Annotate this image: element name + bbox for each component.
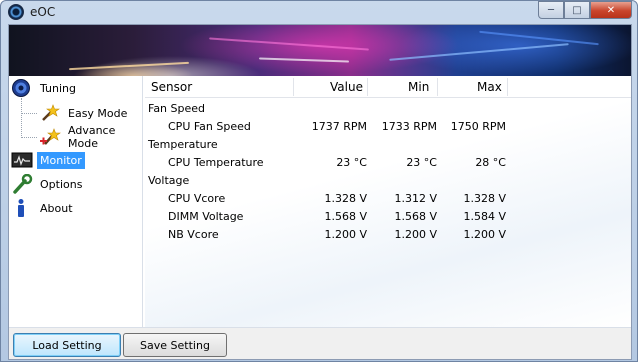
close-button[interactable]: ✕ [590, 1, 632, 19]
sidebar-item-monitor[interactable]: Monitor [11, 150, 85, 170]
sensor-min: 1733 RPM [381, 120, 437, 133]
load-setting-button[interactable]: Load Setting [13, 333, 121, 357]
group-label: Temperature [148, 138, 218, 151]
client-area: Tuning Easy Mode Advance Mode Monitor Op… [8, 24, 632, 360]
group-row-voltage[interactable]: Voltage [145, 172, 631, 190]
sensor-name: CPU Temperature [168, 156, 264, 169]
sidebar-item-label: Monitor [37, 151, 85, 169]
sidebar-item-about[interactable]: About [11, 198, 76, 218]
column-header-max[interactable]: Max [477, 80, 502, 94]
window-controls: ─ □ ✕ [538, 1, 632, 20]
save-setting-button[interactable]: Save Setting [123, 333, 227, 357]
sensor-max: 1.584 V [463, 210, 506, 223]
sidebar-item-label: Options [40, 177, 83, 191]
sidebar-item-easy-mode[interactable]: Easy Mode [39, 103, 130, 123]
sidebar-item-label: About [40, 201, 73, 215]
sensor-max: 1.200 V [463, 228, 506, 241]
minimize-icon: ─ [547, 4, 555, 16]
maximize-icon: □ [572, 4, 582, 16]
group-row-temperature[interactable]: Temperature [145, 136, 631, 154]
column-header-min[interactable]: Min [408, 80, 429, 94]
sensor-min: 1.200 V [394, 228, 437, 241]
magic-wand-plus-icon [39, 127, 61, 147]
sensor-value: 1737 RPM [311, 120, 367, 133]
sidebar-item-tuning[interactable]: Tuning [11, 78, 79, 98]
monitor-icon [11, 150, 33, 170]
tuning-gauge-icon [11, 78, 33, 98]
sidebar-item-options[interactable]: Options [11, 173, 85, 194]
sensor-max: 1750 RPM [450, 120, 506, 133]
table-row[interactable]: CPU Fan Speed 1737 RPM 1733 RPM 1750 RPM [145, 118, 631, 136]
app-window: eOC ─ □ ✕ Tuning Easy Mode Advance Mode … [0, 0, 638, 362]
sensor-value: 1.200 V [324, 228, 367, 241]
group-label: Voltage [148, 174, 190, 187]
sensor-value: 23 °C [336, 156, 367, 169]
table-row[interactable]: DIMM Voltage 1.568 V 1.568 V 1.584 V [145, 208, 631, 226]
header-banner [9, 25, 631, 76]
sensor-min: 23 °C [406, 156, 437, 169]
table-row[interactable]: CPU Vcore 1.328 V 1.312 V 1.328 V [145, 190, 631, 208]
maximize-button[interactable]: □ [564, 1, 590, 19]
close-icon: ✕ [606, 4, 616, 16]
table-header: Sensor Value Min Max [145, 76, 631, 98]
sidebar-item-label: Advance Mode [68, 124, 116, 150]
wrench-icon [11, 173, 33, 194]
sensor-min: 1.568 V [394, 210, 437, 223]
sensor-name: CPU Fan Speed [168, 120, 251, 133]
sidebar-item-label: Easy Mode [68, 106, 128, 120]
sensor-max: 28 °C [475, 156, 506, 169]
navigation-tree: Tuning Easy Mode Advance Mode Monitor Op… [9, 76, 143, 327]
group-label: Fan Speed [148, 102, 206, 115]
app-icon[interactable] [8, 4, 24, 20]
sensor-name: DIMM Voltage [168, 210, 244, 223]
sensor-table: Sensor Value Min Max Fan Speed CPU Fan S… [145, 76, 631, 327]
title-bar[interactable]: eOC ─ □ ✕ [1, 1, 637, 23]
group-row-fan-speed[interactable]: Fan Speed [145, 100, 631, 118]
info-icon [11, 198, 33, 218]
table-row[interactable]: NB Vcore 1.200 V 1.200 V 1.200 V [145, 226, 631, 244]
sensor-value: 1.328 V [324, 192, 367, 205]
column-header-sensor[interactable]: Sensor [151, 80, 192, 94]
window-title: eOC [30, 5, 56, 19]
magic-wand-icon [39, 103, 61, 123]
sensor-min: 1.312 V [394, 192, 437, 205]
table-row[interactable]: CPU Temperature 23 °C 23 °C 28 °C [145, 154, 631, 172]
sensor-max: 1.328 V [463, 192, 506, 205]
sensor-name: NB Vcore [168, 228, 219, 241]
sidebar-item-advance-mode[interactable]: Advance Mode [39, 124, 142, 150]
sidebar-item-label: Tuning [40, 81, 77, 95]
sensor-value: 1.568 V [324, 210, 367, 223]
minimize-button[interactable]: ─ [538, 1, 564, 19]
sensor-name: CPU Vcore [168, 192, 226, 205]
column-header-value[interactable]: Value [330, 80, 363, 94]
footer-bar: Load Setting Save Setting [9, 327, 631, 359]
